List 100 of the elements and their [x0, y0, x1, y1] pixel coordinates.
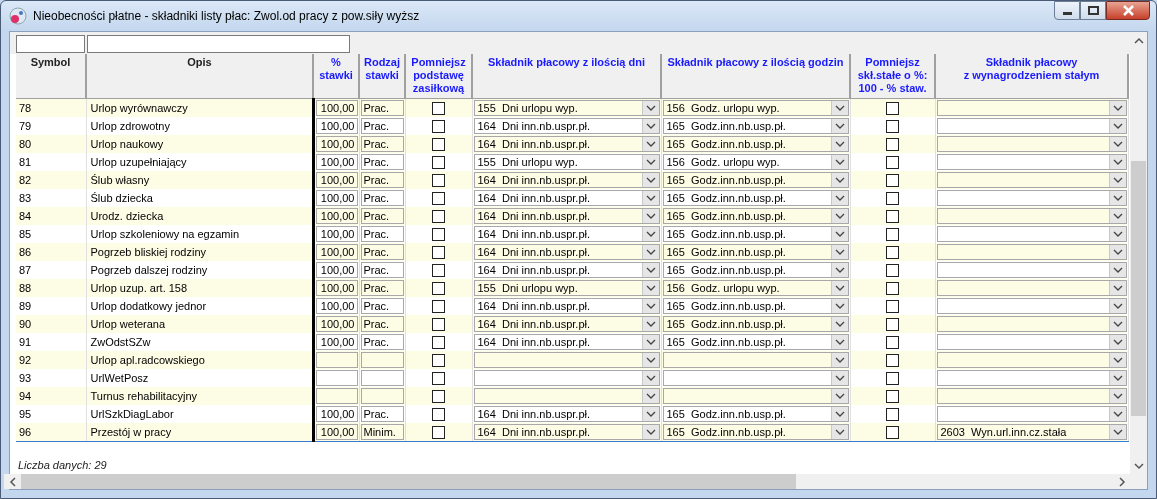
dropdown-button[interactable] — [830, 353, 848, 367]
column-header[interactable]: Opis — [86, 54, 313, 99]
dropdown-field[interactable]: 165 Godz.inn.nb.usp.pł. — [662, 172, 849, 188]
minimize-button[interactable] — [1054, 1, 1080, 20]
dropdown-field[interactable]: 156 Godz. urlopu wyp. — [662, 280, 849, 296]
dropdown-field[interactable] — [473, 388, 660, 404]
dropdown-field[interactable] — [936, 388, 1127, 404]
dropdown-field[interactable]: 164 Dni inn.nb.uspr.pł. — [473, 298, 660, 314]
dropdown-field[interactable] — [936, 298, 1127, 314]
checkbox[interactable] — [886, 245, 899, 259]
dropdown-field[interactable] — [936, 100, 1127, 116]
column-header[interactable]: Składnik płacowy z ilością godzin — [661, 54, 850, 99]
dropdown-button[interactable] — [1108, 101, 1126, 115]
close-button[interactable] — [1106, 1, 1150, 20]
filter-field[interactable] — [16, 35, 85, 53]
dropdown-field[interactable] — [473, 352, 660, 368]
dropdown-field[interactable] — [473, 370, 660, 386]
rate-type-field[interactable]: Prac. — [360, 280, 404, 296]
column-header[interactable]: Składnik płacowy z wynagrodzeniem stałym — [935, 54, 1128, 99]
percent-field[interactable]: 100,00 — [315, 100, 358, 116]
column-header[interactable]: Składnik płacowy z ilością dni — [472, 54, 661, 99]
percent-field[interactable]: 100,00 — [315, 262, 358, 278]
dropdown-field[interactable] — [936, 190, 1127, 206]
filter-field[interactable] — [87, 35, 350, 53]
checkbox[interactable] — [886, 371, 899, 385]
dropdown-button[interactable] — [641, 425, 659, 439]
rate-type-field[interactable]: Prac. — [360, 406, 404, 422]
dropdown-field[interactable]: 155 Dni urlopu wyp. — [473, 280, 660, 296]
checkbox[interactable] — [886, 101, 899, 115]
dropdown-field[interactable]: 165 Godz.inn.nb.usp.pł. — [662, 316, 849, 332]
dropdown-field[interactable]: 165 Godz.inn.nb.usp.pł. — [662, 208, 849, 224]
dropdown-button[interactable] — [830, 407, 848, 421]
dropdown-field[interactable]: 165 Godz.inn.nb.usp.pł. — [662, 244, 849, 260]
dropdown-button[interactable] — [830, 389, 848, 403]
dropdown-field[interactable]: 164 Dni inn.nb.uspr.pł. — [473, 172, 660, 188]
dropdown-button[interactable] — [1108, 245, 1126, 259]
dropdown-button[interactable] — [830, 227, 848, 241]
dropdown-field[interactable] — [936, 406, 1127, 422]
dropdown-button[interactable] — [1108, 173, 1126, 187]
checkbox[interactable] — [432, 425, 445, 439]
rate-type-field[interactable]: Prac. — [360, 208, 404, 224]
percent-field[interactable]: 100,00 — [315, 118, 358, 134]
percent-field[interactable]: 100,00 — [315, 208, 358, 224]
column-header[interactable]: Rodzaj stawki — [359, 54, 405, 99]
dropdown-field[interactable]: 164 Dni inn.nb.uspr.pł. — [473, 208, 660, 224]
dropdown-button[interactable] — [641, 209, 659, 223]
percent-field[interactable]: 100,00 — [315, 190, 358, 206]
checkbox[interactable] — [886, 263, 899, 277]
checkbox[interactable] — [432, 371, 445, 385]
dropdown-button[interactable] — [830, 209, 848, 223]
checkbox[interactable] — [432, 191, 445, 205]
checkbox[interactable] — [432, 299, 445, 313]
dropdown-button[interactable] — [1108, 407, 1126, 421]
dropdown-button[interactable] — [641, 407, 659, 421]
dropdown-button[interactable] — [830, 101, 848, 115]
checkbox[interactable] — [886, 227, 899, 241]
dropdown-button[interactable] — [830, 335, 848, 349]
checkbox[interactable] — [886, 407, 899, 421]
dropdown-button[interactable] — [830, 299, 848, 313]
rate-type-field[interactable]: Prac. — [360, 226, 404, 242]
dropdown-button[interactable] — [830, 263, 848, 277]
dropdown-button[interactable] — [1108, 281, 1126, 295]
column-header[interactable]: % stawki — [313, 54, 359, 99]
percent-field[interactable]: 100,00 — [315, 316, 358, 332]
rate-type-field[interactable] — [360, 352, 404, 368]
dropdown-button[interactable] — [641, 101, 659, 115]
checkbox[interactable] — [432, 263, 445, 277]
percent-field[interactable] — [315, 388, 358, 404]
dropdown-field[interactable]: 155 Dni urlopu wyp. — [473, 154, 660, 170]
percent-field[interactable]: 100,00 — [315, 226, 358, 242]
checkbox[interactable] — [432, 173, 445, 187]
dropdown-field[interactable] — [936, 352, 1127, 368]
dropdown-field[interactable] — [936, 172, 1127, 188]
dropdown-button[interactable] — [1108, 425, 1126, 439]
dropdown-button[interactable] — [641, 371, 659, 385]
checkbox[interactable] — [432, 119, 445, 133]
checkbox[interactable] — [432, 335, 445, 349]
checkbox[interactable] — [886, 155, 899, 169]
checkbox[interactable] — [886, 191, 899, 205]
checkbox[interactable] — [886, 281, 899, 295]
dropdown-field[interactable]: 164 Dni inn.nb.uspr.pł. — [473, 334, 660, 350]
checkbox[interactable] — [886, 299, 899, 313]
rate-type-field[interactable]: Prac. — [360, 190, 404, 206]
dropdown-button[interactable] — [830, 155, 848, 169]
dropdown-button[interactable] — [1108, 263, 1126, 277]
dropdown-field[interactable]: 155 Dni urlopu wyp. — [473, 100, 660, 116]
dropdown-field[interactable]: 165 Godz.inn.nb.usp.pł. — [662, 226, 849, 242]
dropdown-button[interactable] — [830, 245, 848, 259]
dropdown-button[interactable] — [1108, 155, 1126, 169]
dropdown-field[interactable]: 164 Dni inn.nb.uspr.pł. — [473, 244, 660, 260]
scrollbar-thumb[interactable] — [1131, 161, 1146, 416]
dropdown-field[interactable]: 165 Godz.inn.nb.usp.pł. — [662, 298, 849, 314]
rate-type-field[interactable]: Prac. — [360, 172, 404, 188]
dropdown-button[interactable] — [1108, 209, 1126, 223]
rate-type-field[interactable]: Prac. — [360, 100, 404, 116]
dropdown-field[interactable]: 165 Godz.inn.nb.usp.pł. — [662, 136, 849, 152]
dropdown-field[interactable]: 2603 Wyn.url.inn.cz.stała — [936, 424, 1127, 440]
rate-type-field[interactable] — [360, 388, 404, 404]
column-header[interactable]: Pomniejsz podstawę zasiłkową — [405, 54, 472, 99]
dropdown-button[interactable] — [1108, 371, 1126, 385]
